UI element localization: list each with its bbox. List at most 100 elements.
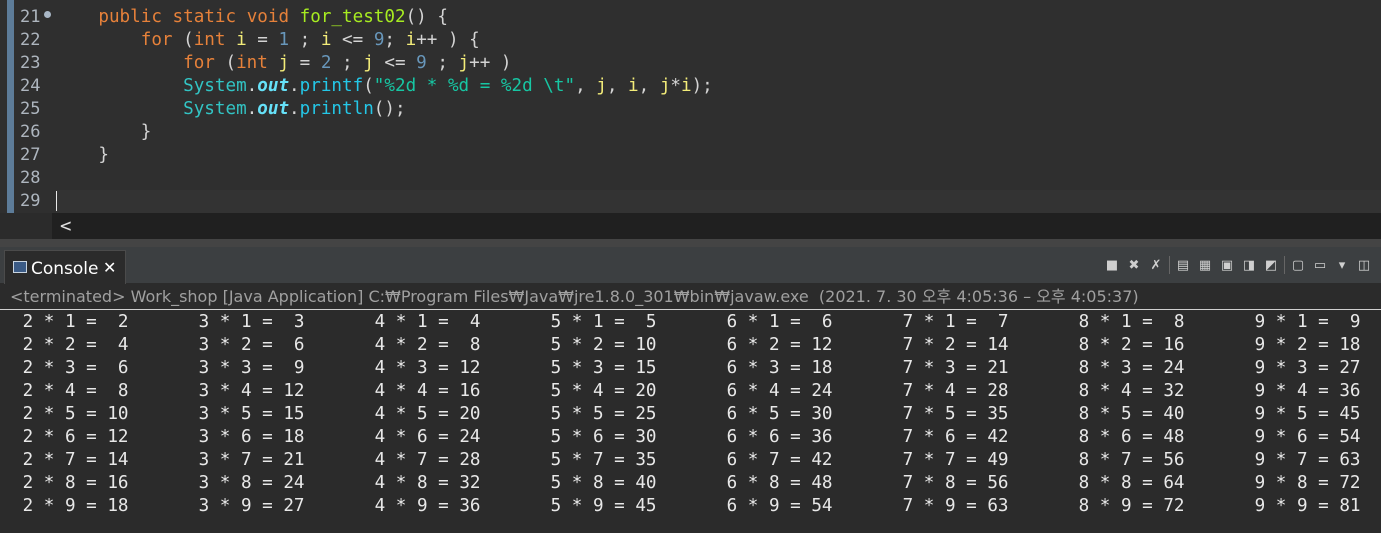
terminate-icon[interactable]: ■ <box>1103 256 1121 274</box>
code-line[interactable]: for (int i = 1 ; i <= 9; i++ ) { <box>56 29 1376 52</box>
output-cell: 6 * 3 = 18 <box>716 358 833 378</box>
show-console-on-error-icon[interactable]: ◨ <box>1240 256 1258 274</box>
output-cell: 2 * 1 = 2 <box>12 312 129 332</box>
code-line[interactable]: } <box>56 144 1376 167</box>
output-cell: 3 * 5 = 15 <box>188 404 305 424</box>
output-cell: 9 * 1 = 9 <box>1244 312 1361 332</box>
code-line[interactable]: System.out.println(); <box>56 98 1376 121</box>
chevron-down-icon[interactable]: ▾ <box>1333 256 1351 274</box>
code-token: j <box>596 76 607 96</box>
output-cell: 6 * 7 = 42 <box>716 450 833 470</box>
output-cell: 8 * 3 = 24 <box>1068 358 1185 378</box>
code-line[interactable] <box>56 190 1376 213</box>
output-cell: 3 * 4 = 12 <box>188 381 305 401</box>
output-cell: 5 * 7 = 35 <box>540 450 657 470</box>
code-line[interactable] <box>56 167 1376 190</box>
code-token: ( <box>363 76 374 96</box>
output-cell: 4 * 1 = 4 <box>364 312 481 332</box>
code-token: "%2d * %d = %2d \t" <box>373 76 576 96</box>
code-token: System <box>183 76 247 96</box>
output-cell: 9 * 5 = 45 <box>1244 404 1361 424</box>
output-cell: 5 * 8 = 40 <box>540 473 657 493</box>
code-line[interactable]: } <box>56 121 1376 144</box>
collapse-fold-icon[interactable] <box>44 11 51 18</box>
output-cell: 8 * 6 = 48 <box>1068 427 1185 447</box>
output-cell: 2 * 9 = 18 <box>12 496 129 516</box>
close-icon[interactable]: ✕ <box>103 258 116 277</box>
code-line[interactable]: System.out.printf("%2d * %d = %2d \t", j… <box>56 75 1376 98</box>
output-cell: 6 * 1 = 6 <box>716 312 833 332</box>
output-cell: 5 * 3 = 15 <box>540 358 657 378</box>
console-toolbar: ■ ✖ ✗ ▤ ▦ ▣ ◨ ◩ ▢ ▭ ▾ ◫ <box>1103 253 1373 277</box>
output-cell: 4 * 2 = 8 <box>364 335 481 355</box>
code-token: void <box>246 7 290 27</box>
tab-console[interactable]: Console ✕ <box>4 250 126 284</box>
open-console-icon[interactable]: ▭ <box>1311 256 1329 274</box>
output-cell: 5 * 2 = 10 <box>540 335 657 355</box>
line-number: 29 <box>20 191 41 211</box>
code-token: j <box>458 53 470 73</box>
code-token: int <box>193 30 226 50</box>
code-line[interactable]: public static void for_test02() { <box>56 6 1376 29</box>
code-token: , <box>606 76 629 96</box>
code-token: i <box>628 76 639 96</box>
code-token: ; <box>384 30 406 50</box>
new-console-icon[interactable]: ◫ <box>1355 256 1373 274</box>
status-divider <box>0 309 1381 310</box>
code-token: public <box>98 7 162 27</box>
code-token: 9 <box>373 30 385 50</box>
text-caret <box>56 191 57 211</box>
output-cell: 8 * 2 = 16 <box>1068 335 1185 355</box>
code-token: System <box>183 99 247 119</box>
output-cell: 6 * 9 = 54 <box>716 496 833 516</box>
code-token: * <box>670 76 681 96</box>
toolbar-separator <box>1284 256 1285 274</box>
output-cell: 9 * 6 = 54 <box>1244 427 1361 447</box>
show-console-on-output-icon[interactable]: ▣ <box>1218 256 1236 274</box>
remove-all-terminated-icon[interactable]: ✗ <box>1147 256 1165 274</box>
output-cell: 2 * 7 = 14 <box>12 450 129 470</box>
code-editor[interactable]: 21 22 23 24 25 26 27 28 29 public static void fo… <box>0 0 1381 213</box>
output-cell: 5 * 6 = 30 <box>540 427 657 447</box>
code-token: static <box>172 7 237 27</box>
panel-divider[interactable] <box>0 239 1381 247</box>
code-token: 9 <box>416 53 427 73</box>
output-cell: 4 * 3 = 12 <box>364 358 481 378</box>
scroll-lock-icon[interactable]: ▤ <box>1174 256 1192 274</box>
chevron-left-icon[interactable]: < <box>60 214 71 238</box>
line-number-gutter: 21 22 23 24 25 26 27 28 29 <box>14 0 52 213</box>
output-cell: 3 * 8 = 24 <box>188 473 305 493</box>
code-token: . <box>246 76 258 96</box>
code-line[interactable]: for (int j = 2 ; j <= 9 ; j++ ) <box>56 52 1376 75</box>
output-cell: 5 * 9 = 45 <box>540 496 657 516</box>
code-token: } <box>56 145 109 165</box>
remove-launch-icon[interactable]: ✖ <box>1125 256 1143 274</box>
output-cell: 6 * 6 = 36 <box>716 427 833 447</box>
display-selected-console-icon[interactable]: ▢ <box>1289 256 1307 274</box>
code-token: } <box>56 122 152 142</box>
output-cell: 2 * 6 = 12 <box>12 427 129 447</box>
code-token: ( <box>214 53 237 73</box>
output-cell: 3 * 2 = 6 <box>188 335 305 355</box>
output-cell: 8 * 4 = 32 <box>1068 381 1185 401</box>
console-output[interactable]: 2 * 1 = 2 3 * 1 = 3 4 * 1 = 4 5 * 1 = 5 … <box>22 311 1377 533</box>
horizontal-scrollbar[interactable]: < <box>52 213 1381 239</box>
word-wrap-icon[interactable]: ▦ <box>1196 256 1214 274</box>
code-token: for_test02 <box>299 7 406 27</box>
code-token: ; <box>289 30 321 50</box>
line-number: 27 <box>20 145 41 165</box>
code-token: i <box>405 30 417 50</box>
code-token: ( <box>172 30 194 50</box>
code-token: i <box>236 30 247 50</box>
output-cell: 2 * 3 = 6 <box>12 358 129 378</box>
output-cell: 4 * 6 = 24 <box>364 427 481 447</box>
pin-console-icon[interactable]: ◩ <box>1262 256 1280 274</box>
code-token: <= <box>331 30 374 50</box>
code-token: , <box>575 76 597 96</box>
output-cell: 7 * 6 = 42 <box>892 427 1009 447</box>
output-cell: 7 * 8 = 56 <box>892 473 1009 493</box>
code-token: i <box>681 76 692 96</box>
